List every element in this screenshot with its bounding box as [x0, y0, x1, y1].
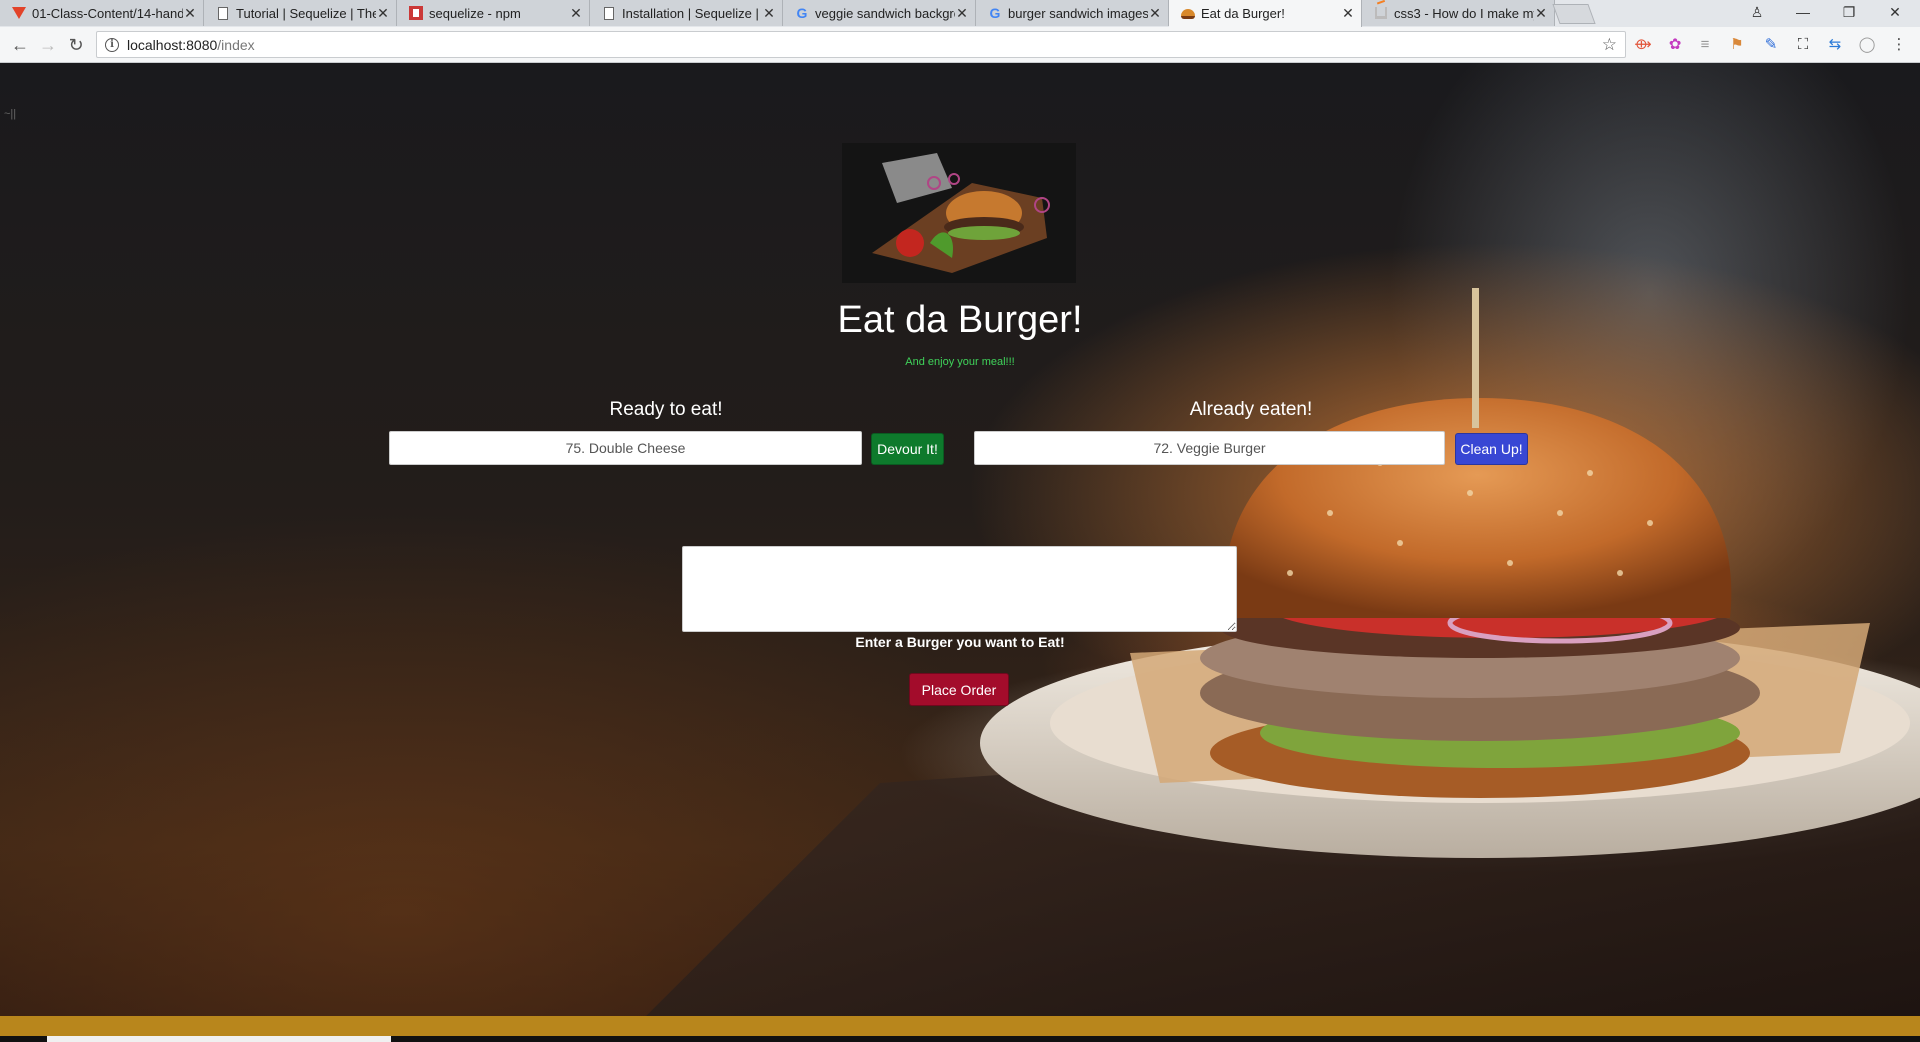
already-eaten-heading: Already eaten! [1189, 399, 1313, 420]
document-icon [602, 6, 616, 20]
place-order-button[interactable]: Place Order [909, 673, 1009, 706]
restore-icon[interactable]: ❐ [1826, 0, 1872, 24]
close-icon[interactable]: ✕ [1341, 5, 1355, 22]
clean-up-button[interactable]: Clean Up! [1455, 433, 1528, 465]
window-close-icon[interactable]: ✕ [1872, 0, 1918, 24]
info-icon[interactable]: i [105, 37, 119, 52]
document-icon [216, 6, 230, 20]
tab-title: Eat da Burger! [1201, 6, 1285, 21]
extension-color-icon[interactable]: ✿ [1666, 35, 1684, 53]
forward-arrow-icon[interactable]: → [36, 33, 60, 57]
tab-eat-da-burger[interactable]: Eat da Burger! ✕ [1169, 0, 1362, 27]
extension-pin-icon[interactable]: ⚑ [1728, 35, 1746, 53]
extension-icon[interactable]: ⟴ [1634, 35, 1652, 53]
burger-name-textarea[interactable] [682, 546, 1237, 632]
extension-pen-icon[interactable]: ✎ [1762, 35, 1780, 53]
tab-sequelize-tutorial[interactable]: Tutorial | Sequelize | The N ✕ [204, 0, 397, 26]
address-bar[interactable]: i localhost:8080/index ☆ [96, 31, 1626, 58]
tab-title: sequelize - npm [429, 5, 521, 21]
tab-title: veggie sandwich backgro [815, 5, 955, 21]
burger-input-label: Enter a Burger you want to Eat! [855, 634, 1065, 650]
new-tab-button[interactable] [1552, 4, 1596, 24]
minimize-icon[interactable]: — [1780, 0, 1826, 24]
close-icon[interactable]: ✕ [569, 5, 583, 22]
tab-sequelize-npm[interactable]: sequelize - npm ✕ [397, 0, 590, 26]
google-icon: G [989, 5, 1001, 21]
reload-icon[interactable]: ↻ [64, 33, 88, 57]
screenshot-icon[interactable]: ⛶ [1794, 35, 1812, 53]
url-path: /index [217, 36, 255, 53]
extension-arrows-icon[interactable]: ⇆ [1826, 35, 1844, 53]
extension-menu-icon[interactable]: ≡ [1696, 35, 1714, 53]
stackoverflow-icon [1374, 6, 1388, 20]
tab-strip: 01-Class-Content/14-handl ✕ Tutorial | S… [0, 0, 1920, 27]
page-viewport: ~|| Eat da Burger! And enjoy your meal!!… [0, 63, 1920, 1042]
close-icon[interactable]: ✕ [183, 5, 197, 22]
tab-veggie-search[interactable]: G veggie sandwich backgro ✕ [783, 0, 976, 26]
tab-burger-search[interactable]: G burger sandwich images ✕ [976, 0, 1169, 26]
url-host: localhost:8080 [127, 36, 218, 53]
devour-button[interactable]: Devour It! [871, 433, 944, 465]
burger-icon [1181, 7, 1195, 21]
extension-circle-icon[interactable]: ◯ [1858, 35, 1876, 53]
ready-burger-field[interactable]: 75. Double Cheese [389, 431, 862, 465]
user-profile-icon[interactable]: ♙ [1734, 0, 1780, 24]
gitlab-icon [12, 6, 26, 20]
tab-title: 01-Class-Content/14-handl [32, 5, 183, 21]
eaten-burger-field[interactable]: 72. Veggie Burger [974, 431, 1445, 465]
ready-to-eat-heading: Ready to eat! [609, 399, 723, 420]
url-text: localhost:8080/index [127, 37, 255, 53]
chrome-menu-icon[interactable]: ⋮ [1890, 35, 1908, 53]
back-arrow-icon[interactable]: ← [8, 33, 32, 57]
close-icon[interactable]: ✕ [376, 5, 390, 22]
browser-toolbar: ← → ↻ i localhost:8080/index ☆ ⟴ ✿ ≡ ⚑ ✎… [0, 27, 1920, 63]
close-icon[interactable]: ✕ [1148, 5, 1162, 22]
tab-stackoverflow[interactable]: css3 - How do I make my ✕ [1362, 0, 1555, 26]
tagline: And enjoy your meal!!! [905, 356, 1015, 368]
horizontal-scrollbar-thumb[interactable] [47, 1036, 391, 1042]
page-title: Eat da Burger! [837, 299, 1083, 341]
tab-title: burger sandwich images [1008, 5, 1148, 21]
google-icon: G [796, 5, 808, 21]
bookmark-star-icon[interactable]: ☆ [1602, 35, 1617, 55]
tab-title: Installation | Sequelize | Th [622, 5, 762, 21]
close-icon[interactable]: ✕ [1534, 5, 1548, 22]
close-icon[interactable]: ✕ [762, 5, 776, 22]
tab-title: Tutorial | Sequelize | The N [236, 5, 376, 21]
tab-sequelize-installation[interactable]: Installation | Sequelize | Th ✕ [590, 0, 783, 26]
npm-icon [409, 6, 423, 20]
tab-title: css3 - How do I make my [1394, 5, 1534, 21]
close-icon[interactable]: ✕ [955, 5, 969, 22]
hero-burger-image [842, 143, 1076, 283]
page-content: Eat da Burger! And enjoy your meal!!! Re… [0, 63, 1920, 1042]
tab-gitlab[interactable]: 01-Class-Content/14-handl ✕ [0, 0, 204, 26]
